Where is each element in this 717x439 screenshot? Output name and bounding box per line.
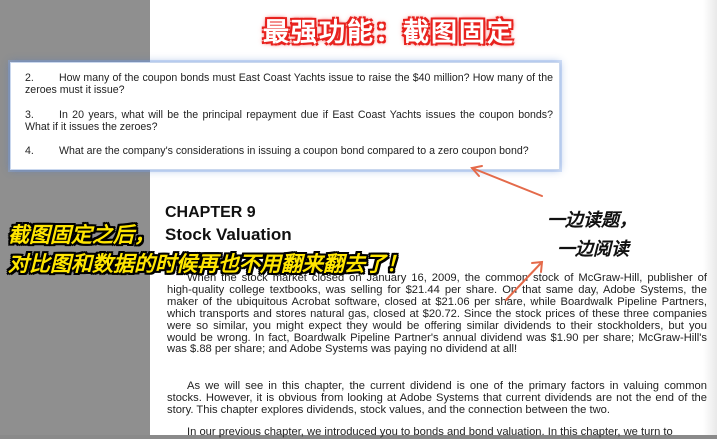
- question-text: How many of the coupon bonds must East C…: [25, 72, 553, 96]
- question-item: 3. In 20 years, what will be the princip…: [25, 109, 553, 133]
- question-number: 3.: [25, 109, 34, 121]
- handwritten-note-line2: 一边阅读: [557, 239, 629, 260]
- chapter-title: Stock Valuation: [165, 225, 292, 244]
- page-edge-shadow: [703, 0, 717, 435]
- pinned-screenshot[interactable]: 2. How many of the coupon bonds must Eas…: [10, 62, 560, 170]
- question-item: 2. How many of the coupon bonds must Eas…: [25, 72, 553, 96]
- chapter-number: CHAPTER 9: [165, 204, 256, 221]
- question-text: In 20 years, what will be the principal …: [25, 109, 553, 133]
- body-paragraph: When the stock market closed on January …: [167, 272, 707, 356]
- body-paragraph: In our previous chapter, we introduced y…: [187, 426, 673, 438]
- question-number: 4.: [25, 145, 34, 157]
- overlay-caption-line2: 对比图和数据的时候再也不用翻来翻去了！: [8, 252, 407, 276]
- body-paragraph: As we will see in this chapter, the curr…: [167, 380, 707, 416]
- overlay-caption-line1: 截图固定之后，: [8, 223, 155, 247]
- question-item: 4. What are the company's considerations…: [25, 145, 553, 157]
- handwritten-note-line1: 一边读题，: [547, 210, 637, 231]
- question-number: 2.: [25, 72, 34, 84]
- feature-banner: 最强功能：截图固定: [263, 18, 516, 48]
- question-text: What are the company's considerations in…: [59, 145, 529, 157]
